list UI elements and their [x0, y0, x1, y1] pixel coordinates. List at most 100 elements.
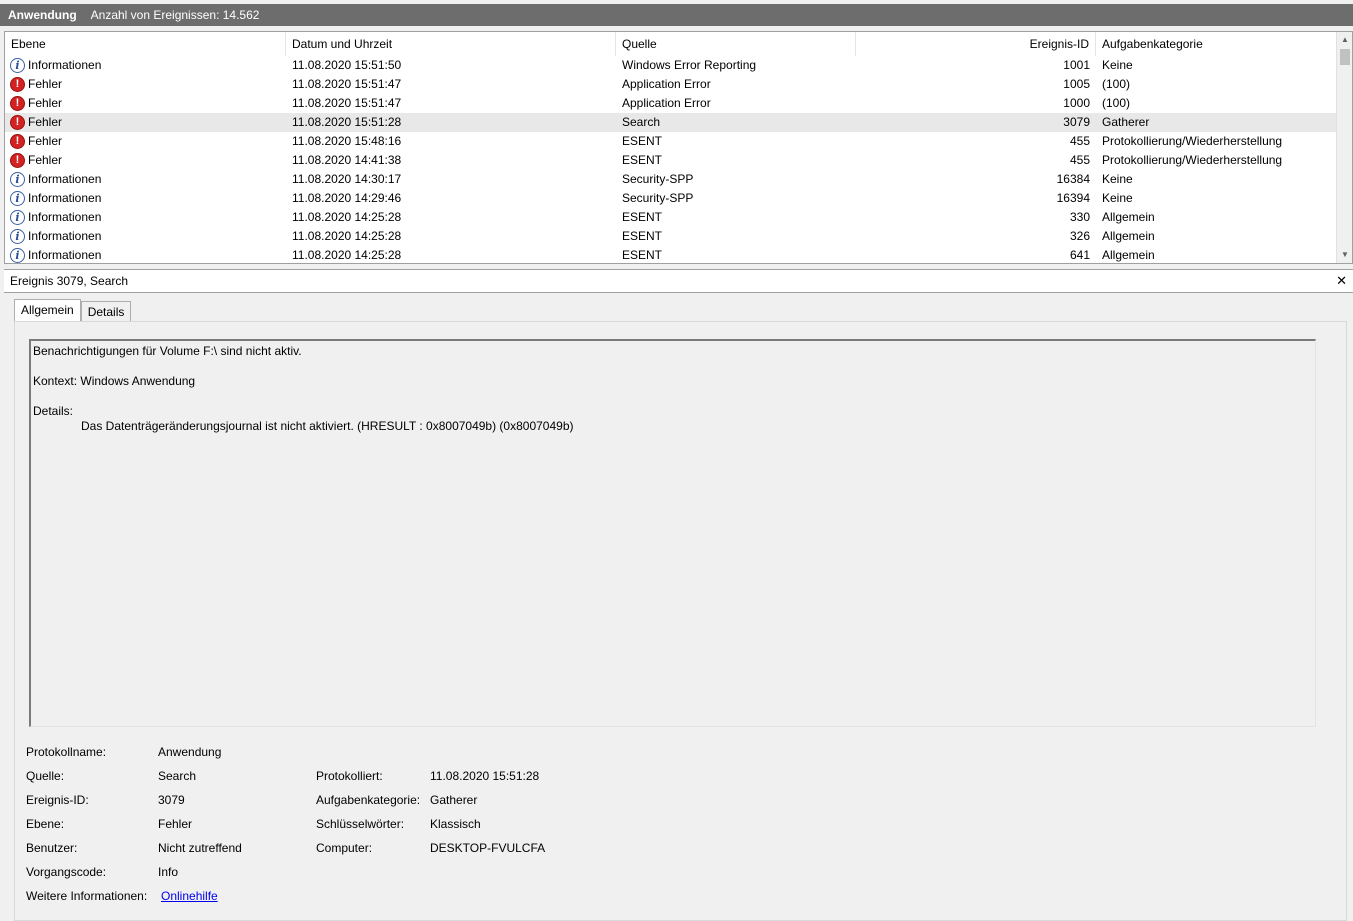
event-level-cell: ! Fehler [5, 113, 286, 132]
event-category-cell: (100) [1102, 77, 1131, 91]
message-details-text: Das Datenträgeränderungsjournal ist nich… [81, 419, 574, 433]
event-level-text: Fehler [28, 153, 63, 167]
event-id-cell: 641 [1069, 248, 1090, 262]
event-list-scrollbar[interactable]: ▲ ▼ [1336, 32, 1352, 263]
event-level-cell: i Informationen [5, 189, 286, 208]
info-icon: i [10, 172, 25, 187]
info-icon: i [10, 191, 25, 206]
prop-value-aufgabenkategorie: Gatherer [430, 793, 478, 807]
column-header-task-category[interactable]: Aufgabenkategorie [1096, 32, 1338, 56]
error-icon: ! [10, 153, 25, 168]
info-icon: i [10, 210, 25, 225]
prop-label-aufgabenkategorie: Aufgabenkategorie: [316, 793, 421, 807]
scroll-thumb[interactable] [1340, 49, 1350, 65]
online-help-link[interactable]: Onlinehilfe [161, 889, 218, 903]
event-list[interactable]: Ebene Datum und Uhrzeit Quelle Ereignis-… [4, 31, 1353, 264]
scroll-down-icon[interactable]: ▼ [1337, 247, 1352, 263]
event-source-cell: Application Error [622, 96, 711, 110]
event-level-cell: ! Fehler [5, 94, 286, 113]
event-source-cell: Application Error [622, 77, 711, 91]
log-name: Anwendung [8, 8, 77, 22]
info-icon: i [10, 229, 25, 244]
event-date-cell: 11.08.2020 14:29:46 [292, 191, 402, 205]
event-id-cell: 1001 [1063, 58, 1090, 72]
prop-value-protokolliert: 11.08.2020 15:51:28 [430, 769, 540, 783]
event-row[interactable]: i Informationen 11.08.2020 14:25:28 ESENT 32… [5, 227, 1338, 246]
event-source-cell: Search [622, 115, 661, 129]
tab-allgemein[interactable]: Allgemein [14, 299, 81, 323]
event-id-cell: 16394 [1056, 191, 1090, 205]
event-rows: i Informationen 11.08.2020 15:51:50 Windows… [5, 56, 1338, 263]
event-category-cell: Protokollierung/Wiederherstellung [1102, 153, 1283, 167]
info-icon: i [10, 248, 25, 263]
event-date-cell: 11.08.2020 14:30:17 [292, 172, 402, 186]
event-row[interactable]: i Informationen 11.08.2020 14:30:17 Securit… [5, 170, 1338, 189]
event-source-cell: Security-SPP [622, 191, 694, 205]
log-title-bar: Anwendung Anzahl von Ereignissen: 14.562 [0, 4, 1353, 26]
event-detail-header: Ereignis 3079, Search ✕ [4, 269, 1353, 293]
event-level-text: Informationen [28, 248, 102, 262]
column-header-level[interactable]: Ebene [5, 32, 286, 56]
event-category-cell: Protokollierung/Wiederherstellung [1102, 134, 1283, 148]
event-level-text: Fehler [28, 134, 63, 148]
prop-value-protokollname: Anwendung [158, 745, 222, 759]
event-category-cell: Keine [1102, 58, 1133, 72]
event-category-cell: Allgemein [1102, 210, 1155, 224]
event-date-cell: 11.08.2020 15:51:47 [292, 96, 402, 110]
event-count: Anzahl von Ereignissen: 14.562 [90, 8, 260, 22]
event-row[interactable]: ! Fehler 11.08.2020 14:41:38 ESENT 455 Protok… [5, 151, 1338, 170]
prop-label-ebene: Ebene: [26, 817, 65, 831]
event-row[interactable]: i Informationen 11.08.2020 14:29:46 Securit… [5, 189, 1338, 208]
event-level-text: Fehler [28, 115, 63, 129]
event-level-cell: ! Fehler [5, 151, 286, 170]
event-row[interactable]: i Informationen 11.08.2020 14:25:28 ESENT 33… [5, 208, 1338, 227]
prop-value-vorgangscode: Info [158, 865, 179, 879]
prop-value-benutzer: Nicht zutreffend [158, 841, 242, 855]
event-source-cell: ESENT [622, 153, 663, 167]
event-message-box[interactable]: Benachrichtigungen für Volume F:\ sind n… [29, 339, 1316, 727]
event-row[interactable]: ! Fehler 11.08.2020 15:51:47 Application Er… [5, 75, 1338, 94]
event-level-cell: i Informationen [5, 208, 286, 227]
event-id-cell: 330 [1069, 210, 1090, 224]
event-row[interactable]: ! Fehler 11.08.2020 15:51:28 Search 3079 Gath… [5, 113, 1338, 132]
close-icon[interactable]: ✕ [1336, 270, 1347, 292]
event-level-text: Informationen [28, 58, 102, 72]
prop-value-ebene: Fehler [158, 817, 193, 831]
event-source-cell: ESENT [622, 210, 663, 224]
prop-label-protokollname: Protokollname: [26, 745, 107, 759]
event-level-text: Informationen [28, 210, 102, 224]
error-icon: ! [10, 77, 25, 92]
event-row[interactable]: ! Fehler 11.08.2020 15:48:16 ESENT 455 Protok… [5, 132, 1338, 151]
event-id-cell: 16384 [1056, 172, 1090, 186]
prop-value-computer: DESKTOP-FVULCFA [430, 841, 546, 855]
event-row[interactable]: i Informationen 11.08.2020 15:51:50 Windows… [5, 56, 1338, 75]
event-level-cell: ! Fehler [5, 132, 286, 151]
event-source-cell: ESENT [622, 134, 663, 148]
prop-label-vorgangscode: Vorgangscode: [26, 865, 107, 879]
event-row[interactable]: i Informationen 11.08.2020 14:25:28 ESENT 64… [5, 246, 1338, 263]
event-category-cell: (100) [1102, 96, 1131, 110]
tab-details[interactable]: Details [80, 301, 132, 323]
event-id-cell: 455 [1069, 153, 1090, 167]
event-id-cell: 1000 [1063, 96, 1090, 110]
event-date-cell: 11.08.2020 14:25:28 [292, 248, 402, 262]
event-level-cell: i Informationen [5, 56, 286, 75]
event-row[interactable]: ! Fehler 11.08.2020 15:51:47 Application Er… [5, 94, 1338, 113]
prop-value-quelle: Search [158, 769, 197, 783]
event-category-cell: Keine [1102, 191, 1133, 205]
event-level-text: Fehler [28, 96, 63, 110]
event-level-text: Fehler [28, 77, 63, 91]
event-list-header: Ebene Datum und Uhrzeit Quelle Ereignis-… [5, 32, 1338, 56]
message-line: Benachrichtigungen für Volume F:\ sind n… [33, 344, 302, 358]
event-date-cell: 11.08.2020 15:48:16 [292, 134, 402, 148]
info-icon: i [10, 58, 25, 73]
column-header-event-id[interactable]: Ereignis-ID [856, 32, 1096, 56]
column-header-source[interactable]: Quelle [616, 32, 856, 56]
event-level-text: Informationen [28, 229, 102, 243]
column-header-date[interactable]: Datum und Uhrzeit [286, 32, 616, 56]
scroll-up-icon[interactable]: ▲ [1337, 32, 1352, 48]
event-id-cell: 3079 [1063, 115, 1090, 129]
event-level-cell: ! Fehler [5, 75, 286, 94]
event-source-cell: Security-SPP [622, 172, 694, 186]
event-date-cell: 11.08.2020 14:25:28 [292, 210, 402, 224]
